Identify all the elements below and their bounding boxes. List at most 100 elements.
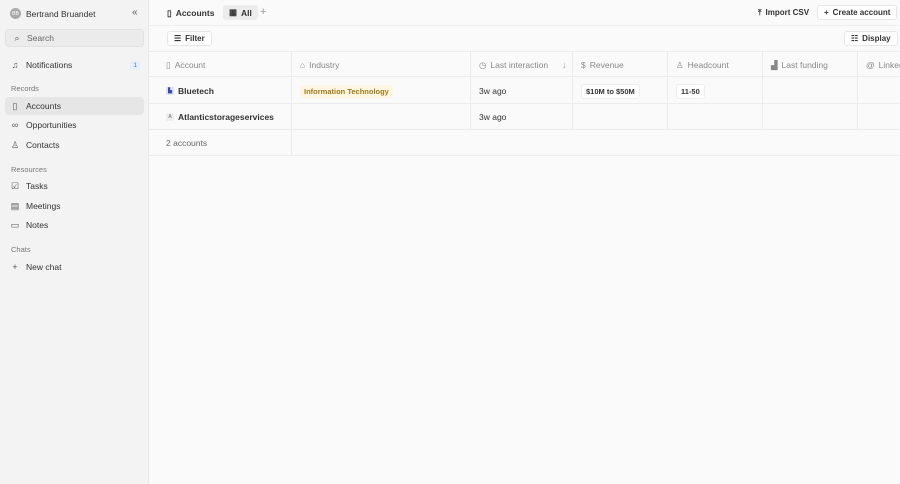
sidebar-item-contacts[interactable]: ♙ Contacts: [5, 136, 144, 154]
label: Notifications: [26, 60, 73, 70]
section-resources: Resources: [11, 165, 47, 174]
calendar-icon: ▤: [10, 200, 20, 211]
cell-last-interaction[interactable]: 3w ago: [471, 78, 573, 104]
label: Create account: [832, 8, 891, 17]
building-icon: ▯: [12, 100, 18, 111]
collapse-sidebar-icon[interactable]: «: [132, 7, 138, 18]
dollar-icon: $: [581, 60, 586, 70]
plus-icon: +: [824, 8, 829, 17]
label: Tasks: [26, 181, 48, 191]
cell-last-funding[interactable]: [763, 78, 858, 104]
label: Last interaction: [490, 60, 549, 70]
cell-revenue[interactable]: [573, 104, 668, 130]
value: 3w ago: [479, 112, 507, 122]
avatar: BB: [10, 8, 21, 19]
workspace-user[interactable]: BB Bertrand Bruandet: [10, 8, 95, 19]
checkbox-icon: ☑: [10, 180, 20, 191]
column-header-last-interaction[interactable]: ◷ Last interaction ↓: [471, 52, 573, 78]
add-view-icon[interactable]: +: [260, 6, 266, 18]
cell-last-interaction[interactable]: 3w ago: [471, 104, 573, 130]
chart-icon: ▟: [771, 59, 778, 70]
sidebar-item-tasks[interactable]: ☑ Tasks: [5, 177, 144, 195]
label: Opportunities: [26, 120, 77, 130]
table-header: ▯ Account ⌂ Industry ◷ Last interaction ↓ $ R…: [149, 51, 900, 78]
sliders-icon: ☷: [851, 34, 859, 43]
cell-linkedin[interactable]: [858, 104, 900, 130]
filter-button[interactable]: ☰ Filter: [167, 31, 212, 46]
at-icon: @: [866, 60, 875, 70]
note-icon: ▭: [10, 219, 20, 230]
label: Display: [862, 34, 891, 43]
cell-industry[interactable]: [292, 104, 471, 130]
object-title: ▯ Accounts: [167, 8, 214, 19]
table-row[interactable]: A Atlanticstorageservices 3w ago: [149, 104, 900, 130]
cell-headcount[interactable]: 11-50: [668, 78, 763, 104]
label: Notes: [26, 220, 49, 230]
user-icon: ♙: [10, 139, 20, 150]
label: Contacts: [26, 140, 60, 150]
table-footer: 2 accounts: [149, 130, 900, 156]
topbar: ▯ Accounts ▦ All + ⤒ Import CSV + Create acc…: [149, 0, 900, 26]
label: Import CSV: [765, 8, 810, 17]
company-logo: A: [166, 113, 174, 121]
view-tab-all[interactable]: ▦ All: [223, 5, 258, 20]
label: Accounts: [26, 101, 61, 111]
label: Linkedin: [878, 60, 900, 70]
display-button[interactable]: ☷ Display: [844, 31, 898, 46]
label: Headcount: [687, 60, 729, 70]
label: Filter: [185, 34, 205, 43]
bell-icon: ♫: [11, 60, 19, 70]
sort-desc-icon[interactable]: ↓: [562, 60, 566, 70]
account-name: Atlanticstorageservices: [178, 112, 274, 122]
column-header-last-funding[interactable]: ▟ Last funding: [763, 52, 858, 78]
view-label: All: [241, 7, 252, 18]
cell-industry[interactable]: Information Technology: [292, 78, 471, 104]
sidebar-item-opportunities[interactable]: ∞ Opportunities: [5, 116, 144, 134]
cell-linkedin[interactable]: [858, 78, 900, 104]
cell-account[interactable]: ▙ Bluetech: [158, 78, 292, 104]
column-header-revenue[interactable]: $ Revenue: [573, 52, 668, 78]
sidebar-item-meetings[interactable]: ▤ Meetings: [5, 197, 144, 215]
label: Industry: [309, 60, 340, 70]
building-icon: ▯: [166, 59, 171, 70]
briefcase-icon: ⌂: [300, 60, 306, 70]
headcount-chip: 11-50: [676, 83, 705, 99]
cell-headcount[interactable]: [668, 104, 763, 130]
building-icon: ▯: [167, 8, 172, 18]
label: Last funding: [781, 60, 828, 70]
company-logo: ▙: [166, 87, 174, 95]
search-label: Search: [27, 33, 54, 43]
clock-icon: ◷: [479, 59, 487, 70]
industry-chip: Information Technology: [300, 84, 393, 98]
object-label: Accounts: [175, 8, 215, 18]
filter-icon: ☰: [174, 34, 182, 43]
revenue-chip: $10M to $50M: [581, 83, 640, 99]
plus-icon: +: [12, 262, 18, 272]
users-icon: ♙: [676, 59, 684, 70]
sidebar-item-new-chat[interactable]: + New chat: [5, 258, 144, 276]
sidebar-item-notes[interactable]: ▭ Notes: [5, 216, 144, 234]
section-records: Records: [11, 84, 39, 93]
create-account-button[interactable]: + Create account: [817, 5, 898, 20]
import-csv-button[interactable]: ⤒ Import CSV: [752, 5, 815, 20]
opportunities-icon: ∞: [11, 120, 19, 130]
table-row[interactable]: ▙ Bluetech Information Technology 3w ago …: [149, 78, 900, 104]
label: Meetings: [26, 201, 61, 211]
column-header-headcount[interactable]: ♙ Headcount: [668, 52, 763, 78]
sidebar-item-notifications[interactable]: ♫ Notifications 1: [5, 56, 144, 74]
sidebar: BB Bertrand Bruandet « ⌕ Search ♫ Notificat…: [0, 0, 149, 484]
column-header-linkedin[interactable]: @Linkedin: [858, 52, 900, 78]
search-icon: ⌕: [14, 32, 20, 43]
value: 3w ago: [479, 86, 507, 96]
cell-last-funding[interactable]: [763, 104, 858, 130]
column-header-industry[interactable]: ⌂ Industry: [292, 52, 471, 78]
sidebar-item-accounts[interactable]: ▯ Accounts: [5, 97, 144, 115]
label: Account: [174, 60, 206, 70]
column-header-account[interactable]: ▯ Account: [158, 52, 292, 78]
cell-revenue[interactable]: $10M to $50M: [573, 78, 668, 104]
search-button[interactable]: ⌕ Search: [5, 29, 144, 47]
label: Revenue: [589, 60, 624, 70]
table-icon: ▦: [229, 7, 238, 17]
cell-account[interactable]: A Atlanticstorageservices: [158, 104, 292, 130]
section-chats: Chats: [11, 245, 31, 254]
